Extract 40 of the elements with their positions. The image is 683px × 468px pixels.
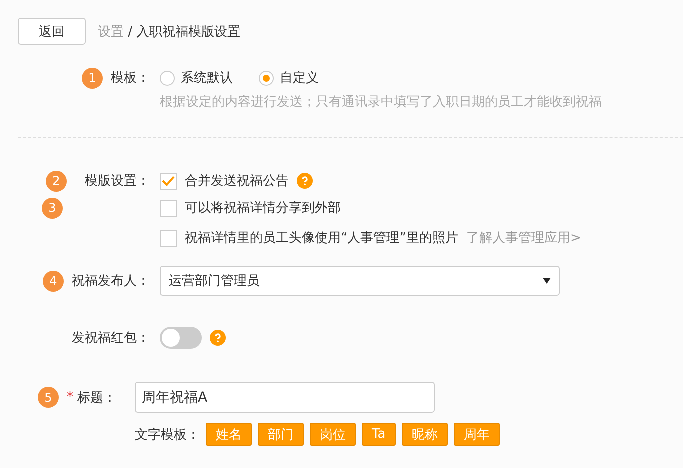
dropdown-caret-icon (543, 278, 551, 284)
publisher-dropdown[interactable]: 运营部门管理员 (160, 266, 560, 296)
radio-label: 系统默认 (181, 70, 233, 87)
radio-button[interactable] (259, 70, 274, 86)
step-badge: 3 (42, 198, 63, 218)
title-input[interactable]: 周年祝福A (135, 382, 435, 413)
field-label: 标题： (78, 390, 116, 406)
field-label: 文字模板： (135, 426, 200, 444)
breadcrumb-link[interactable]: 设置 (98, 24, 124, 40)
template-tag-button[interactable]: 昵称 (402, 423, 448, 446)
breadcrumb-separator: / (127, 24, 134, 40)
back-button[interactable]: 返回 (18, 18, 86, 45)
field-label: 发祝福红包： (72, 330, 150, 347)
template-tag-button[interactable]: Ta (362, 423, 396, 446)
checkbox[interactable] (160, 172, 177, 190)
radio-label: 自定义 (280, 70, 319, 87)
template-tag-button[interactable]: 周年 (454, 423, 500, 446)
checkbox[interactable] (160, 230, 177, 246)
step-badge: 2 (46, 170, 67, 192)
hint-text: 根据设定的内容进行发送；只有通讯录中填写了入职日期的员工才能收到祝福 (159, 94, 603, 111)
template-tag-button[interactable]: 岗位 (310, 423, 356, 446)
field-label: 模版设置： (85, 173, 150, 190)
template-tag-button[interactable]: 部门 (258, 423, 304, 446)
template-tag-button[interactable]: 姓名 (206, 423, 252, 446)
checkbox[interactable] (160, 200, 177, 216)
learn-more-link[interactable]: 了解人事管理应用> (466, 229, 582, 247)
field-label: 祝福发布人： (72, 273, 150, 290)
toggle-switch[interactable] (160, 327, 202, 349)
step-badge: 4 (43, 270, 64, 292)
step-badge: 1 (82, 68, 103, 88)
checkbox-label: 可以将祝福详情分享到外部 (185, 200, 341, 217)
help-icon[interactable] (210, 330, 226, 346)
checkbox-label: 祝福详情里的员工头像使用“人事管理”里的照片 (185, 230, 458, 247)
required-marker: * (67, 390, 74, 405)
checkbox-label: 合并发送祝福公告 (185, 173, 289, 190)
radio-button[interactable] (160, 70, 175, 86)
step-badge: 5 (38, 387, 59, 408)
field-label: 模板： (111, 70, 150, 87)
help-icon[interactable] (297, 173, 313, 189)
breadcrumb-current: 入职祝福模版设置 (136, 24, 241, 40)
